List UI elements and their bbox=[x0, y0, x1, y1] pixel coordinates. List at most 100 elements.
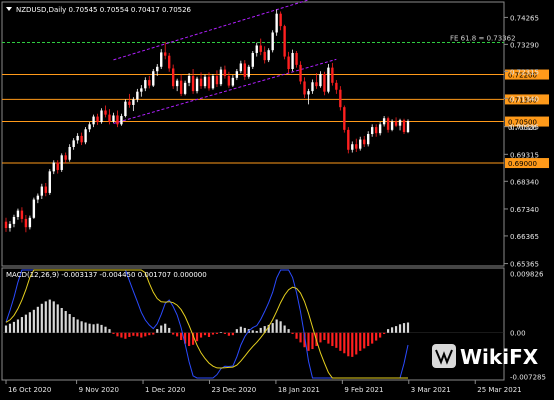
candle-body bbox=[363, 139, 366, 145]
candle-body bbox=[339, 89, 342, 108]
candle-body bbox=[378, 124, 382, 134]
candle-body bbox=[303, 81, 306, 95]
macd-tick-label: 0.00 bbox=[510, 330, 526, 338]
candle-body bbox=[120, 116, 123, 125]
candle-body bbox=[207, 76, 211, 89]
time-tick-label: 25 Mar 2021 bbox=[477, 386, 521, 394]
candle-body bbox=[108, 114, 111, 122]
candle bbox=[339, 86, 342, 111]
candle-body bbox=[259, 45, 262, 52]
candle bbox=[347, 127, 350, 154]
level-tag-text-4: 0.69000 bbox=[508, 160, 537, 168]
candle-body bbox=[144, 80, 147, 89]
macd-label: MACD(12,26,9) -0.003137 -0.004450 0.0017… bbox=[6, 271, 207, 279]
candle-body bbox=[152, 71, 155, 86]
price-tick-label: 0.69315 bbox=[510, 151, 539, 159]
candle-body bbox=[287, 56, 290, 69]
wikifx-watermark: WikiFX bbox=[432, 344, 539, 369]
candle-body bbox=[80, 135, 83, 143]
time-tick-label: 23 Dec 2020 bbox=[211, 386, 256, 394]
candle-body bbox=[355, 144, 358, 149]
candle-body bbox=[347, 129, 350, 150]
candle-body bbox=[72, 140, 75, 147]
candle-body bbox=[84, 129, 87, 143]
price-tick-label: 0.71340 bbox=[510, 95, 539, 103]
price-tick-label: 0.65365 bbox=[510, 261, 539, 269]
candle-body bbox=[76, 135, 79, 141]
candle-body bbox=[223, 69, 227, 76]
candle-body bbox=[48, 171, 51, 193]
candle bbox=[48, 169, 51, 195]
price-tick-label: 0.72315 bbox=[510, 68, 539, 76]
candle bbox=[195, 76, 199, 94]
candle-body bbox=[335, 82, 338, 90]
candle-body bbox=[104, 110, 107, 115]
candle bbox=[406, 119, 410, 134]
candle bbox=[60, 153, 63, 172]
candle bbox=[219, 66, 223, 87]
candle-body bbox=[156, 66, 159, 72]
time-tick-label: 16 Oct 2020 bbox=[8, 386, 51, 394]
candle-body bbox=[92, 116, 95, 125]
candle-body bbox=[390, 121, 394, 130]
candle-body bbox=[219, 69, 223, 85]
candle bbox=[327, 64, 330, 94]
candle bbox=[271, 30, 274, 53]
candle bbox=[32, 197, 36, 219]
candle-body bbox=[164, 52, 167, 56]
candle-body bbox=[311, 82, 314, 92]
candle-body bbox=[267, 50, 270, 61]
price-tick-label: 0.73290 bbox=[510, 41, 539, 49]
candle-body bbox=[263, 51, 266, 61]
time-tick-label: 9 Nov 2020 bbox=[79, 386, 119, 394]
candle-body bbox=[351, 144, 354, 150]
candle-body bbox=[279, 13, 282, 27]
candle-body bbox=[370, 127, 374, 134]
candle-body bbox=[319, 73, 322, 87]
candle-body bbox=[295, 52, 298, 65]
candle-body bbox=[247, 66, 250, 77]
candle-body bbox=[32, 199, 36, 218]
candle-body bbox=[100, 110, 103, 123]
candle-body bbox=[382, 118, 386, 125]
candle-body bbox=[116, 115, 119, 125]
candle-body bbox=[28, 217, 32, 228]
candle-body bbox=[56, 162, 59, 170]
candle bbox=[283, 24, 286, 60]
candle-body bbox=[231, 77, 235, 86]
candle-body bbox=[132, 99, 135, 105]
chart: FE 61.8 = 0.733620.722000.713000.705000.… bbox=[0, 0, 554, 400]
candle-body bbox=[12, 216, 16, 224]
candle-body bbox=[52, 162, 55, 172]
candle-body bbox=[175, 80, 179, 87]
candle-body bbox=[402, 120, 406, 133]
candle-body bbox=[16, 210, 20, 217]
candle-body bbox=[44, 186, 47, 193]
candle-body bbox=[291, 52, 294, 69]
time-tick-label: 9 Feb 2021 bbox=[344, 386, 383, 394]
candle-body bbox=[112, 115, 115, 122]
candle-body bbox=[199, 78, 203, 87]
candle-body bbox=[323, 73, 326, 92]
candle-body bbox=[148, 80, 151, 86]
price-tick-label: 0.66365 bbox=[510, 233, 539, 241]
time-tick-label: 1 Dec 2020 bbox=[145, 386, 185, 394]
candle bbox=[343, 105, 346, 133]
candle-body bbox=[331, 67, 334, 83]
candle-body bbox=[40, 186, 44, 196]
candle-body bbox=[187, 75, 191, 83]
candle-body bbox=[315, 82, 318, 87]
candle-body bbox=[386, 118, 390, 130]
chart-background bbox=[0, 0, 554, 400]
candle bbox=[211, 73, 215, 90]
candle-body bbox=[398, 120, 402, 126]
candle-body bbox=[8, 223, 12, 229]
wikifx-text: WikiFX bbox=[460, 345, 539, 369]
candle-body bbox=[307, 91, 310, 95]
price-tick-label: 0.67340 bbox=[510, 206, 539, 214]
candle-body bbox=[343, 107, 346, 130]
price-tick-label: 0.70315 bbox=[510, 124, 539, 132]
candle-body bbox=[359, 139, 362, 149]
price-tick-label: 0.68340 bbox=[510, 178, 539, 186]
candle bbox=[402, 118, 406, 134]
